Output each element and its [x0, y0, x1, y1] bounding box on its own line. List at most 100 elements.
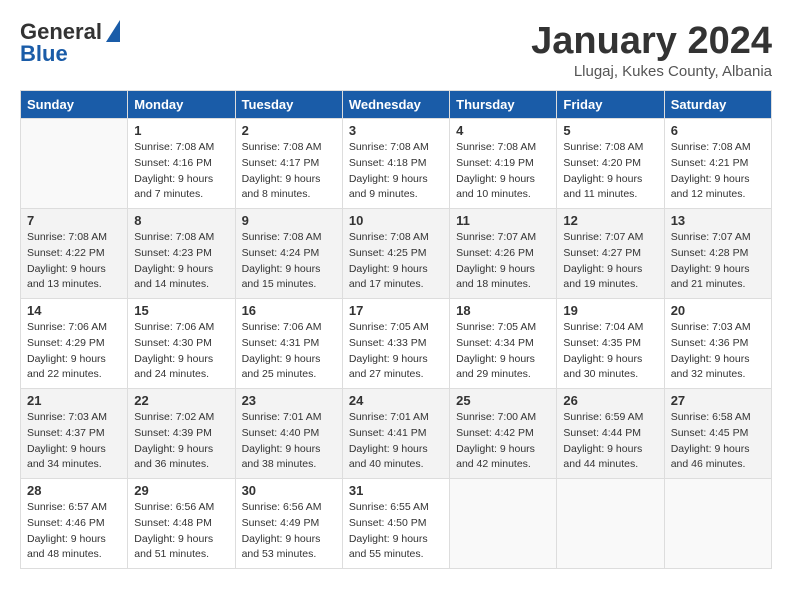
day-number: 17 [349, 303, 443, 318]
day-number: 4 [456, 123, 550, 138]
col-wednesday: Wednesday [342, 91, 449, 119]
day-sun-info: Sunrise: 7:07 AMSunset: 4:27 PMDaylight:… [563, 230, 657, 293]
day-sun-info: Sunrise: 6:58 AMSunset: 4:45 PMDaylight:… [671, 410, 765, 473]
calendar-cell: 24 Sunrise: 7:01 AMSunset: 4:41 PMDayligh… [342, 389, 449, 479]
day-sun-info: Sunrise: 7:08 AMSunset: 4:16 PMDaylight:… [134, 140, 228, 203]
day-sun-info: Sunrise: 7:03 AMSunset: 4:37 PMDaylight:… [27, 410, 121, 473]
day-sun-info: Sunrise: 7:08 AMSunset: 4:24 PMDaylight:… [242, 230, 336, 293]
calendar-cell: 30 Sunrise: 6:56 AMSunset: 4:49 PMDayligh… [235, 479, 342, 569]
day-number: 28 [27, 483, 121, 498]
calendar-week-row: 14 Sunrise: 7:06 AMSunset: 4:29 PMDayligh… [21, 299, 772, 389]
calendar-cell: 4 Sunrise: 7:08 AMSunset: 4:19 PMDaylight… [450, 119, 557, 209]
day-number: 9 [242, 213, 336, 228]
calendar-table: Sunday Monday Tuesday Wednesday Thursday… [20, 90, 772, 569]
calendar-week-row: 21Sunrise: 7:03 AMSunset: 4:37 PMDayligh… [21, 389, 772, 479]
calendar-cell: 8 Sunrise: 7:08 AMSunset: 4:23 PMDaylight… [128, 209, 235, 299]
day-number: 30 [242, 483, 336, 498]
day-number: 11 [456, 213, 550, 228]
day-sun-info: Sunrise: 7:07 AMSunset: 4:26 PMDaylight:… [456, 230, 550, 293]
day-sun-info: Sunrise: 7:08 AMSunset: 4:18 PMDaylight:… [349, 140, 443, 203]
day-sun-info: Sunrise: 7:03 AMSunset: 4:36 PMDaylight:… [671, 320, 765, 383]
day-number: 27 [671, 393, 765, 408]
calendar-cell: 7Sunrise: 7:08 AMSunset: 4:22 PMDaylight… [21, 209, 128, 299]
calendar-cell: 18 Sunrise: 7:05 AMSunset: 4:34 PMDayligh… [450, 299, 557, 389]
day-sun-info: Sunrise: 7:08 AMSunset: 4:19 PMDaylight:… [456, 140, 550, 203]
col-friday: Friday [557, 91, 664, 119]
day-number: 5 [563, 123, 657, 138]
day-number: 12 [563, 213, 657, 228]
calendar-cell: 19 Sunrise: 7:04 AMSunset: 4:35 PMDayligh… [557, 299, 664, 389]
day-number: 19 [563, 303, 657, 318]
calendar-week-row: 28 Sunrise: 6:57 AMSunset: 4:46 PMDayligh… [21, 479, 772, 569]
day-number: 31 [349, 483, 443, 498]
calendar-cell: 9 Sunrise: 7:08 AMSunset: 4:24 PMDaylight… [235, 209, 342, 299]
day-sun-info: Sunrise: 6:57 AMSunset: 4:46 PMDaylight:… [27, 500, 121, 563]
day-number: 1 [134, 123, 228, 138]
day-sun-info: Sunrise: 7:08 AMSunset: 4:17 PMDaylight:… [242, 140, 336, 203]
day-number: 3 [349, 123, 443, 138]
calendar-cell: 17 Sunrise: 7:05 AMSunset: 4:33 PMDayligh… [342, 299, 449, 389]
calendar-cell: 22Sunrise: 7:02 AMSunset: 4:39 PMDayligh… [128, 389, 235, 479]
calendar-cell: 6 Sunrise: 7:08 AMSunset: 4:21 PMDaylight… [664, 119, 771, 209]
day-sun-info: Sunrise: 7:04 AMSunset: 4:35 PMDaylight:… [563, 320, 657, 383]
calendar-cell: 21Sunrise: 7:03 AMSunset: 4:37 PMDayligh… [21, 389, 128, 479]
calendar-cell: 23 Sunrise: 7:01 AMSunset: 4:40 PMDayligh… [235, 389, 342, 479]
day-number: 2 [242, 123, 336, 138]
calendar-cell: 11 Sunrise: 7:07 AMSunset: 4:26 PMDayligh… [450, 209, 557, 299]
day-sun-info: Sunrise: 6:56 AMSunset: 4:49 PMDaylight:… [242, 500, 336, 563]
day-sun-info: Sunrise: 6:59 AMSunset: 4:44 PMDaylight:… [563, 410, 657, 473]
col-monday: Monday [128, 91, 235, 119]
day-sun-info: Sunrise: 7:01 AMSunset: 4:41 PMDaylight:… [349, 410, 443, 473]
day-number: 13 [671, 213, 765, 228]
day-number: 14 [27, 303, 121, 318]
logo: General Blue [20, 20, 120, 66]
calendar-cell [21, 119, 128, 209]
day-number: 6 [671, 123, 765, 138]
day-number: 18 [456, 303, 550, 318]
calendar-cell: 14 Sunrise: 7:06 AMSunset: 4:29 PMDayligh… [21, 299, 128, 389]
calendar-cell: 10Sunrise: 7:08 AMSunset: 4:25 PMDayligh… [342, 209, 449, 299]
day-sun-info: Sunrise: 7:05 AMSunset: 4:34 PMDaylight:… [456, 320, 550, 383]
calendar-cell [557, 479, 664, 569]
calendar-cell: 13Sunrise: 7:07 AMSunset: 4:28 PMDayligh… [664, 209, 771, 299]
day-number: 25 [456, 393, 550, 408]
col-sunday: Sunday [21, 91, 128, 119]
calendar-cell: 29 Sunrise: 6:56 AMSunset: 4:48 PMDayligh… [128, 479, 235, 569]
day-number: 15 [134, 303, 228, 318]
calendar-cell: 28 Sunrise: 6:57 AMSunset: 4:46 PMDayligh… [21, 479, 128, 569]
day-number: 29 [134, 483, 228, 498]
calendar-cell: 5 Sunrise: 7:08 AMSunset: 4:20 PMDaylight… [557, 119, 664, 209]
day-sun-info: Sunrise: 7:05 AMSunset: 4:33 PMDaylight:… [349, 320, 443, 383]
calendar-cell: 2 Sunrise: 7:08 AMSunset: 4:17 PMDaylight… [235, 119, 342, 209]
calendar-cell: 27 Sunrise: 6:58 AMSunset: 4:45 PMDayligh… [664, 389, 771, 479]
month-title: January 2024 [531, 20, 772, 63]
calendar-cell: 25 Sunrise: 7:00 AMSunset: 4:42 PMDayligh… [450, 389, 557, 479]
calendar-cell: 1 Sunrise: 7:08 AMSunset: 4:16 PMDaylight… [128, 119, 235, 209]
day-sun-info: Sunrise: 7:06 AMSunset: 4:29 PMDaylight:… [27, 320, 121, 383]
day-sun-info: Sunrise: 7:02 AMSunset: 4:39 PMDaylight:… [134, 410, 228, 473]
col-thursday: Thursday [450, 91, 557, 119]
logo-blue: Blue [20, 42, 120, 66]
day-sun-info: Sunrise: 7:06 AMSunset: 4:30 PMDaylight:… [134, 320, 228, 383]
day-number: 10 [349, 213, 443, 228]
calendar-week-row: 7Sunrise: 7:08 AMSunset: 4:22 PMDaylight… [21, 209, 772, 299]
location-subtitle: Llugaj, Kukes County, Albania [531, 63, 772, 80]
day-sun-info: Sunrise: 7:08 AMSunset: 4:23 PMDaylight:… [134, 230, 228, 293]
title-block: January 2024 Llugaj, Kukes County, Alban… [531, 20, 772, 80]
day-sun-info: Sunrise: 7:00 AMSunset: 4:42 PMDaylight:… [456, 410, 550, 473]
day-number: 24 [349, 393, 443, 408]
day-sun-info: Sunrise: 7:06 AMSunset: 4:31 PMDaylight:… [242, 320, 336, 383]
col-tuesday: Tuesday [235, 91, 342, 119]
logo-triangle-icon [106, 20, 120, 42]
day-sun-info: Sunrise: 7:08 AMSunset: 4:20 PMDaylight:… [563, 140, 657, 203]
day-number: 23 [242, 393, 336, 408]
calendar-cell: 12 Sunrise: 7:07 AMSunset: 4:27 PMDayligh… [557, 209, 664, 299]
calendar-cell: 20Sunrise: 7:03 AMSunset: 4:36 PMDayligh… [664, 299, 771, 389]
day-sun-info: Sunrise: 7:01 AMSunset: 4:40 PMDaylight:… [242, 410, 336, 473]
day-sun-info: Sunrise: 6:55 AMSunset: 4:50 PMDaylight:… [349, 500, 443, 563]
day-number: 8 [134, 213, 228, 228]
day-number: 26 [563, 393, 657, 408]
day-sun-info: Sunrise: 6:56 AMSunset: 4:48 PMDaylight:… [134, 500, 228, 563]
calendar-header-row: Sunday Monday Tuesday Wednesday Thursday… [21, 91, 772, 119]
day-sun-info: Sunrise: 7:08 AMSunset: 4:21 PMDaylight:… [671, 140, 765, 203]
